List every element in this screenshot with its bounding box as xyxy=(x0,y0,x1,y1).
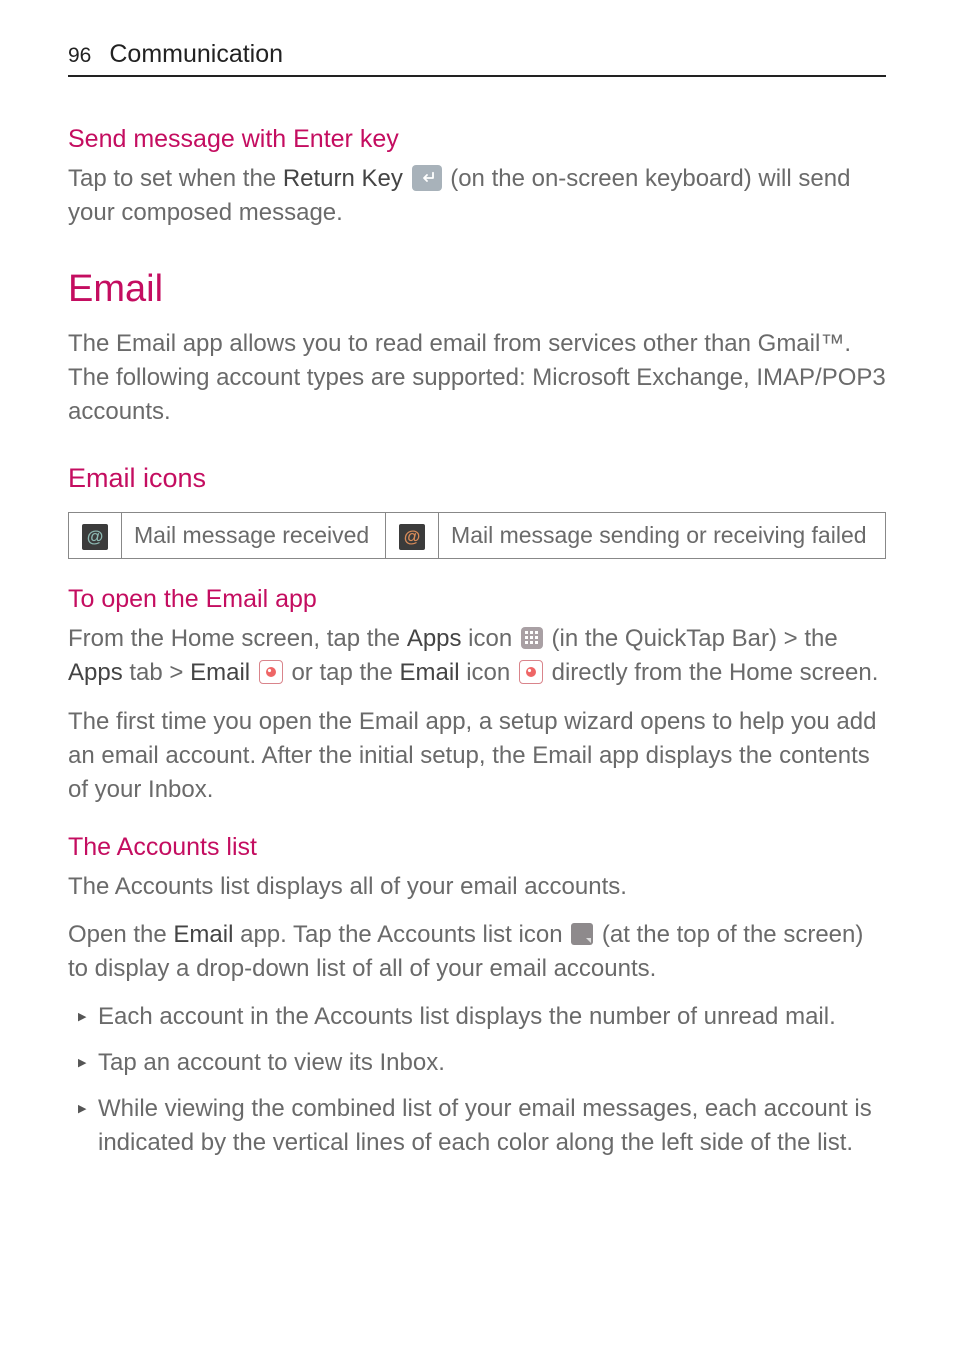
list-item: Each account in the Accounts list displa… xyxy=(74,1000,886,1034)
text-bold: Apps xyxy=(407,625,462,652)
page-number: 96 xyxy=(68,44,91,68)
paragraph: From the Home screen, tap the Apps icon … xyxy=(68,622,886,690)
text: icon xyxy=(460,659,517,686)
bullet-list: Each account in the Accounts list displa… xyxy=(74,1000,886,1160)
heading-accounts-list: The Accounts list xyxy=(68,833,886,862)
email-icons-table: @ Mail message received @ Mail message s… xyxy=(68,512,886,559)
text-bold: Email xyxy=(173,921,233,948)
table-row: @ Mail message received @ Mail message s… xyxy=(69,513,886,559)
text: directly from the Home screen. xyxy=(545,659,878,686)
text: icon xyxy=(462,625,519,652)
email-app-icon xyxy=(519,660,543,684)
text-bold: Email xyxy=(400,659,460,686)
paragraph: The first time you open the Email app, a… xyxy=(68,705,886,807)
list-item: Tap an account to view its Inbox. xyxy=(74,1046,886,1080)
text-bold: Email xyxy=(190,659,250,686)
mail-failed-icon: @ xyxy=(399,524,425,550)
page-header: 96 Communication xyxy=(68,40,886,77)
text: (in the QuickTap Bar) > the xyxy=(545,625,838,652)
page-root: 96 Communication Send message with Enter… xyxy=(0,0,954,1232)
email-app-icon xyxy=(259,660,283,684)
chapter-title: Communication xyxy=(109,40,283,69)
mail-received-icon: @ xyxy=(82,524,108,550)
list-item: While viewing the combined list of your … xyxy=(74,1092,886,1160)
icon-cell: @ xyxy=(69,513,122,559)
paragraph: The Accounts list displays all of your e… xyxy=(68,870,886,904)
text-bold: Return Key xyxy=(283,165,403,192)
heading-open-email: To open the Email app xyxy=(68,585,886,614)
text: tab > xyxy=(123,659,190,686)
text: From the Home screen, tap the xyxy=(68,625,407,652)
paragraph: Open the Email app. Tap the Accounts lis… xyxy=(68,918,886,986)
icon-desc: Mail message received xyxy=(122,513,386,559)
heading-email-icons: Email icons xyxy=(68,463,886,494)
text: or tap the xyxy=(285,659,400,686)
apps-icon xyxy=(521,627,543,649)
text: Open the xyxy=(68,921,173,948)
icon-cell: @ xyxy=(386,513,439,559)
accounts-list-icon xyxy=(571,923,593,945)
text-bold: Apps xyxy=(68,659,123,686)
paragraph: The Email app allows you to read email f… xyxy=(68,327,886,429)
paragraph: Tap to set when the Return Key (on the o… xyxy=(68,162,886,230)
text: Tap to set when the xyxy=(68,165,283,192)
text: app. Tap the Accounts list icon xyxy=(233,921,569,948)
icon-desc: Mail message sending or receiving failed xyxy=(439,513,886,559)
heading-email: Email xyxy=(68,268,886,311)
return-key-icon xyxy=(412,165,442,191)
heading-send-message: Send message with Enter key xyxy=(68,125,886,154)
